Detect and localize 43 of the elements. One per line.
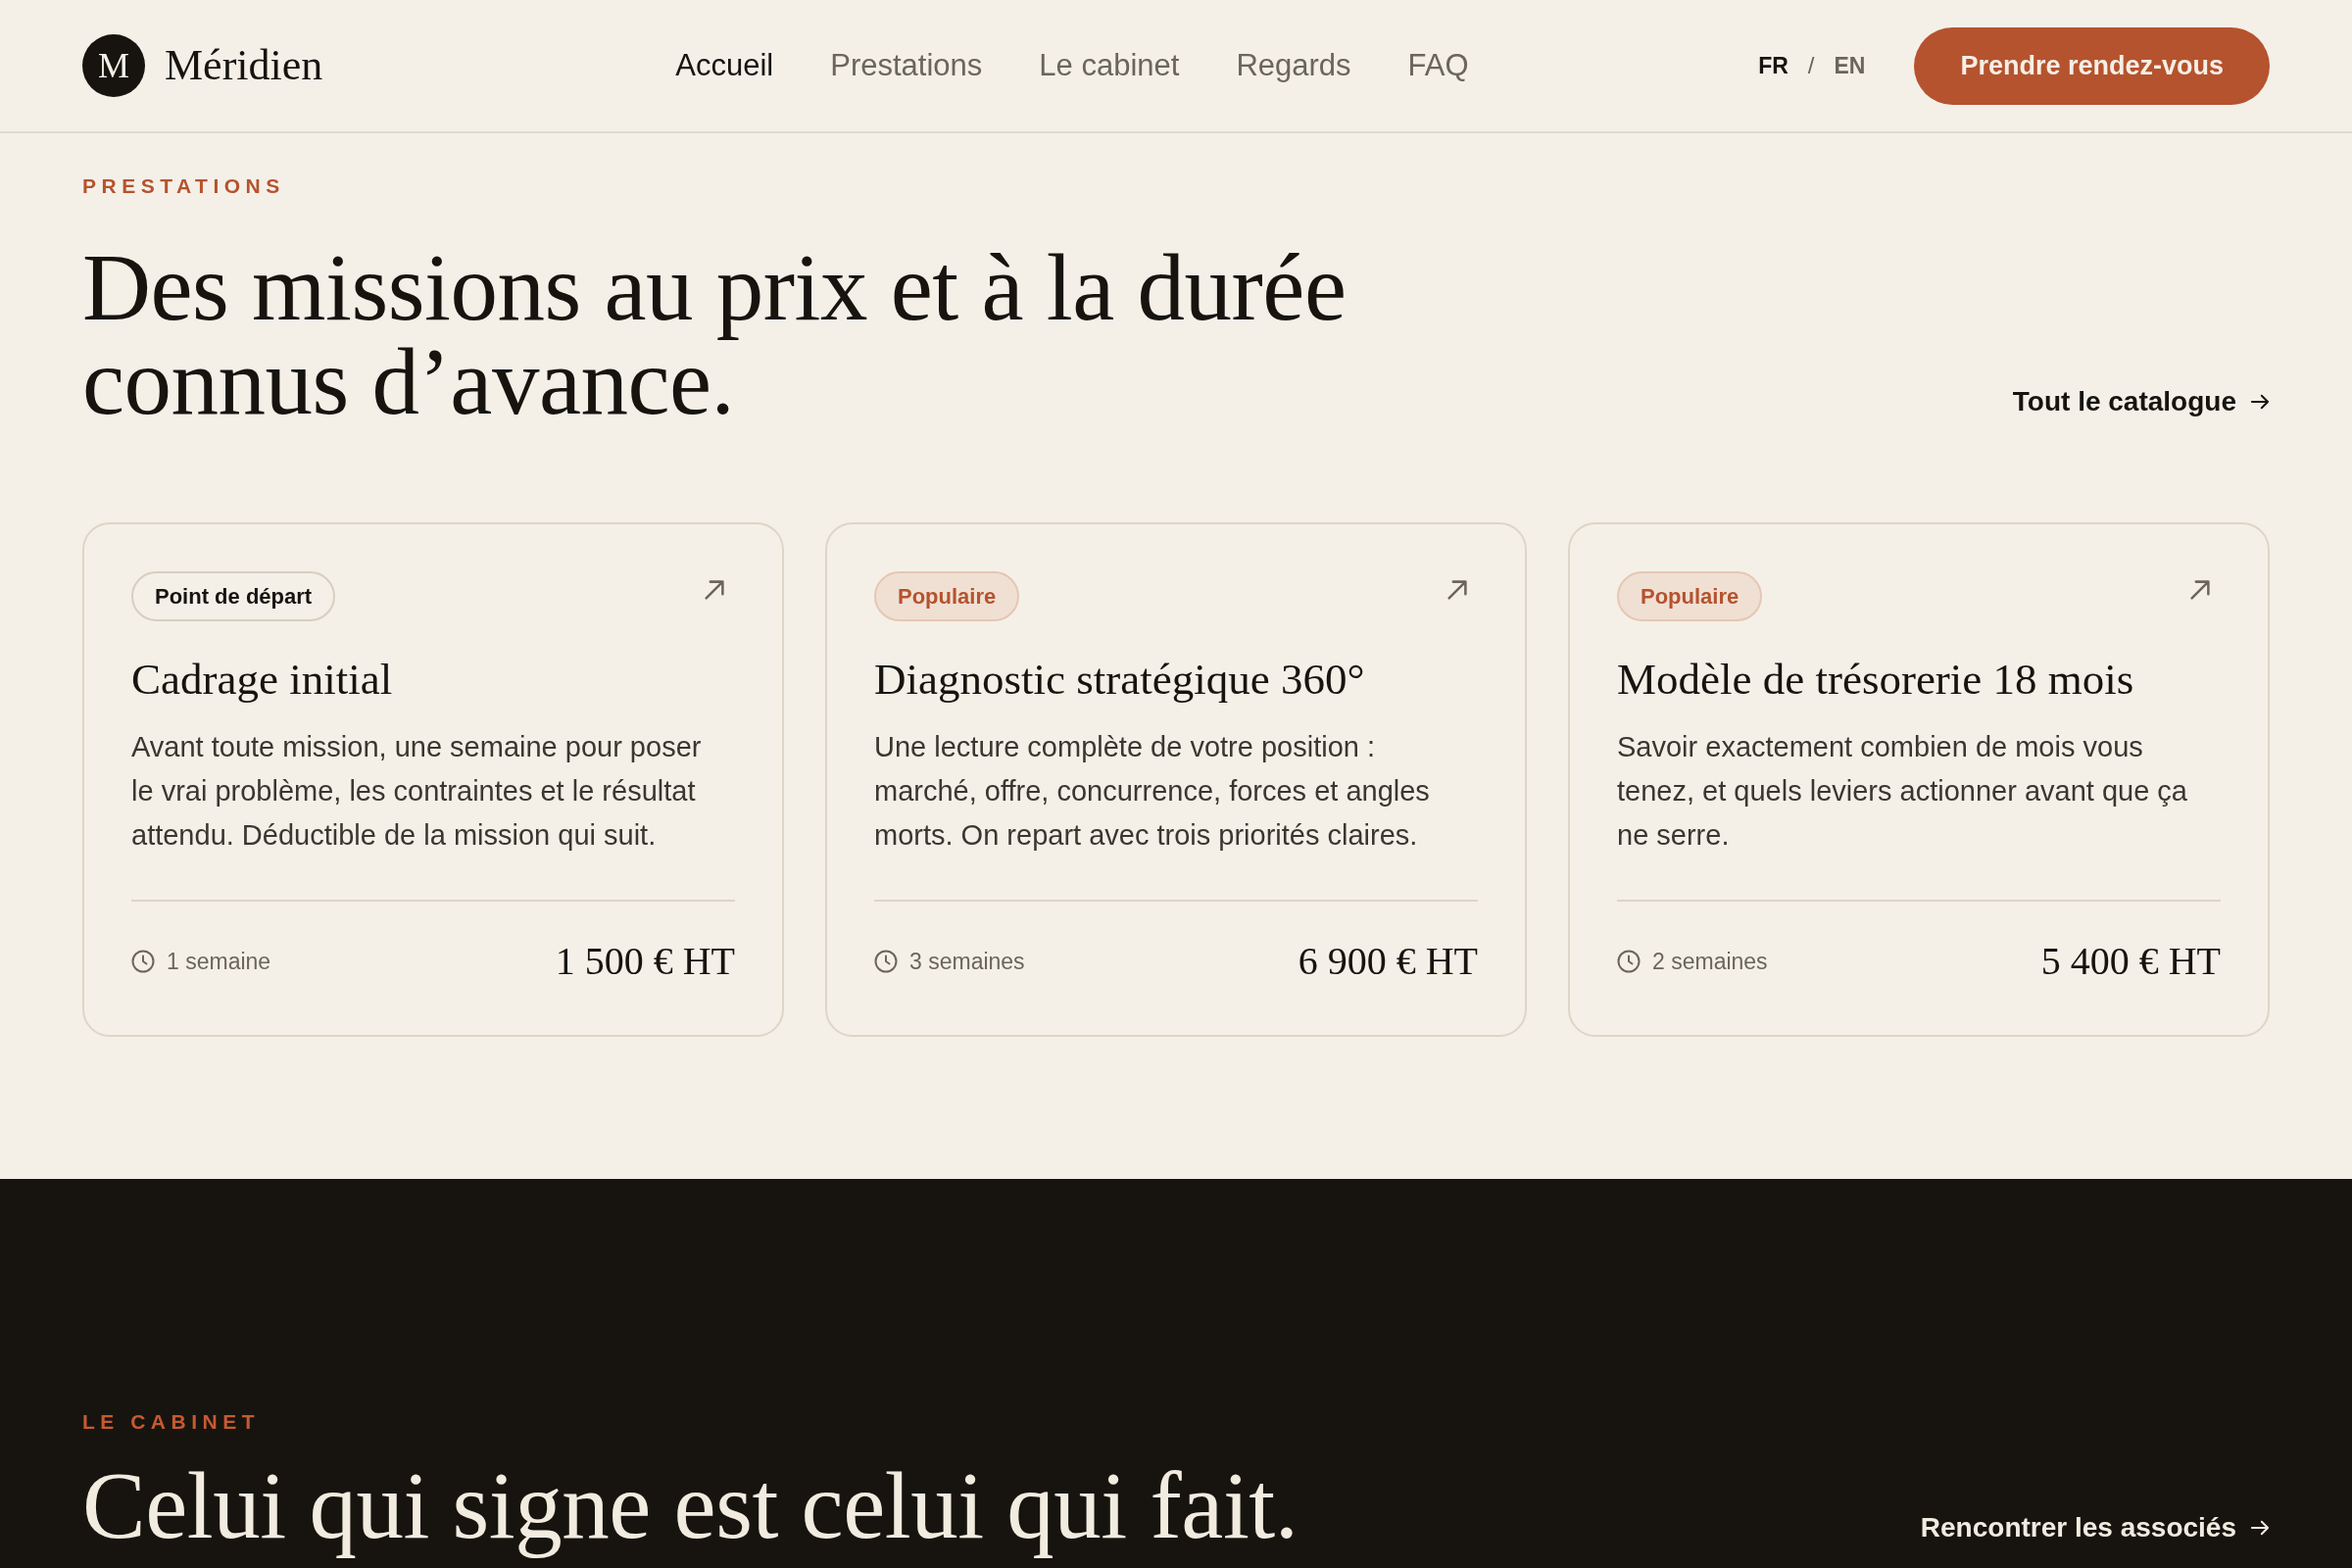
service-card[interactable]: Populaire Modèle de trésorerie 18 mois Savoir exactement combien de mois vous tenez, et quels leviers actionner avant que ça ne serre. 2 semaines 5 400 € HT (1568, 522, 2270, 1037)
clock-icon (131, 950, 155, 973)
card-description: Une lecture complète de votre position : marché, offre, concurrence, forces et angles morts. On repart avec trois priorités claires. (874, 730, 1431, 853)
section-label: LE CABINET (82, 1410, 261, 1434)
card-title: Cadrage initial (131, 654, 394, 706)
nav-link[interactable]: Regards (1236, 47, 1351, 84)
service-card[interactable]: Populaire Diagnostic stratégique 360° Une lecture complète de votre position : marché, offre, concurrence, forces et angles morts. On repart avec trois priorités claires. 3 semaines 6 900 € HT (825, 522, 1527, 1037)
appointment-button[interactable]: Prendre rendez-vous (1914, 26, 2270, 105)
card-title: Modèle de trésorerie 18 mois (1617, 654, 2135, 706)
section-heading: Des missions au prix et à la durée connus d’avance. (82, 241, 1348, 429)
nav-link[interactable]: FAQ (1407, 47, 1469, 84)
arrow-right-icon (2250, 1519, 2270, 1537)
section-label: PRESTATIONS (82, 174, 286, 198)
diagonal-arrow-icon (1446, 579, 1468, 601)
arrow-right-icon (2250, 393, 2270, 411)
card-tag: Populaire (874, 571, 1020, 621)
diagonal-arrow-icon (704, 579, 725, 601)
section-heading: Celui qui signe est celui qui fait. (82, 1455, 1298, 1557)
brand-name[interactable]: Méridien (165, 44, 323, 87)
partners-link[interactable]: Rencontrer les associés (1920, 1512, 2270, 1544)
card-tag: Populaire (1617, 571, 1763, 621)
card-description: Savoir exactement combien de mois vous tenez, et quels leviers actionner avant que ça ne serre. (1617, 730, 2188, 853)
card-price: 1 500 € HT (555, 938, 735, 985)
card-duration: 3 semaines (909, 948, 1025, 975)
catalogue-link[interactable]: Tout le catalogue (2012, 386, 2270, 417)
diagonal-arrow-icon (2189, 579, 2211, 601)
card-price: 5 400 € HT (2040, 938, 2221, 985)
card-duration: 2 semaines (1652, 948, 1768, 975)
logo-mark[interactable]: M (82, 34, 145, 97)
card-duration: 1 semaine (167, 948, 271, 975)
nav-link[interactable]: Prestations (830, 47, 983, 84)
card-title: Diagnostic stratégique 360° (874, 654, 1366, 706)
language-link[interactable]: EN (1834, 52, 1866, 79)
card-price: 6 900 € HT (1298, 938, 1478, 985)
clock-icon (1617, 950, 1641, 973)
nav-link[interactable]: Le cabinet (1039, 47, 1180, 84)
clock-icon (874, 950, 898, 973)
nav-link[interactable]: Accueil (675, 47, 774, 84)
language-link[interactable]: FR (1758, 52, 1788, 79)
language-separator: / (1807, 52, 1815, 79)
service-card[interactable]: Point de départ Cadrage initial Avant toute mission, une semaine pour poser le vrai problème, les contraintes et le résultat attendu. Déductible de la mission qui suit. 1 semaine 1 500 € HT (82, 522, 784, 1037)
card-tag: Point de départ (131, 571, 336, 621)
card-description: Avant toute mission, une semaine pour poser le vrai problème, les contraintes et le résultat attendu. Déductible de la mission qui suit. (131, 730, 703, 853)
